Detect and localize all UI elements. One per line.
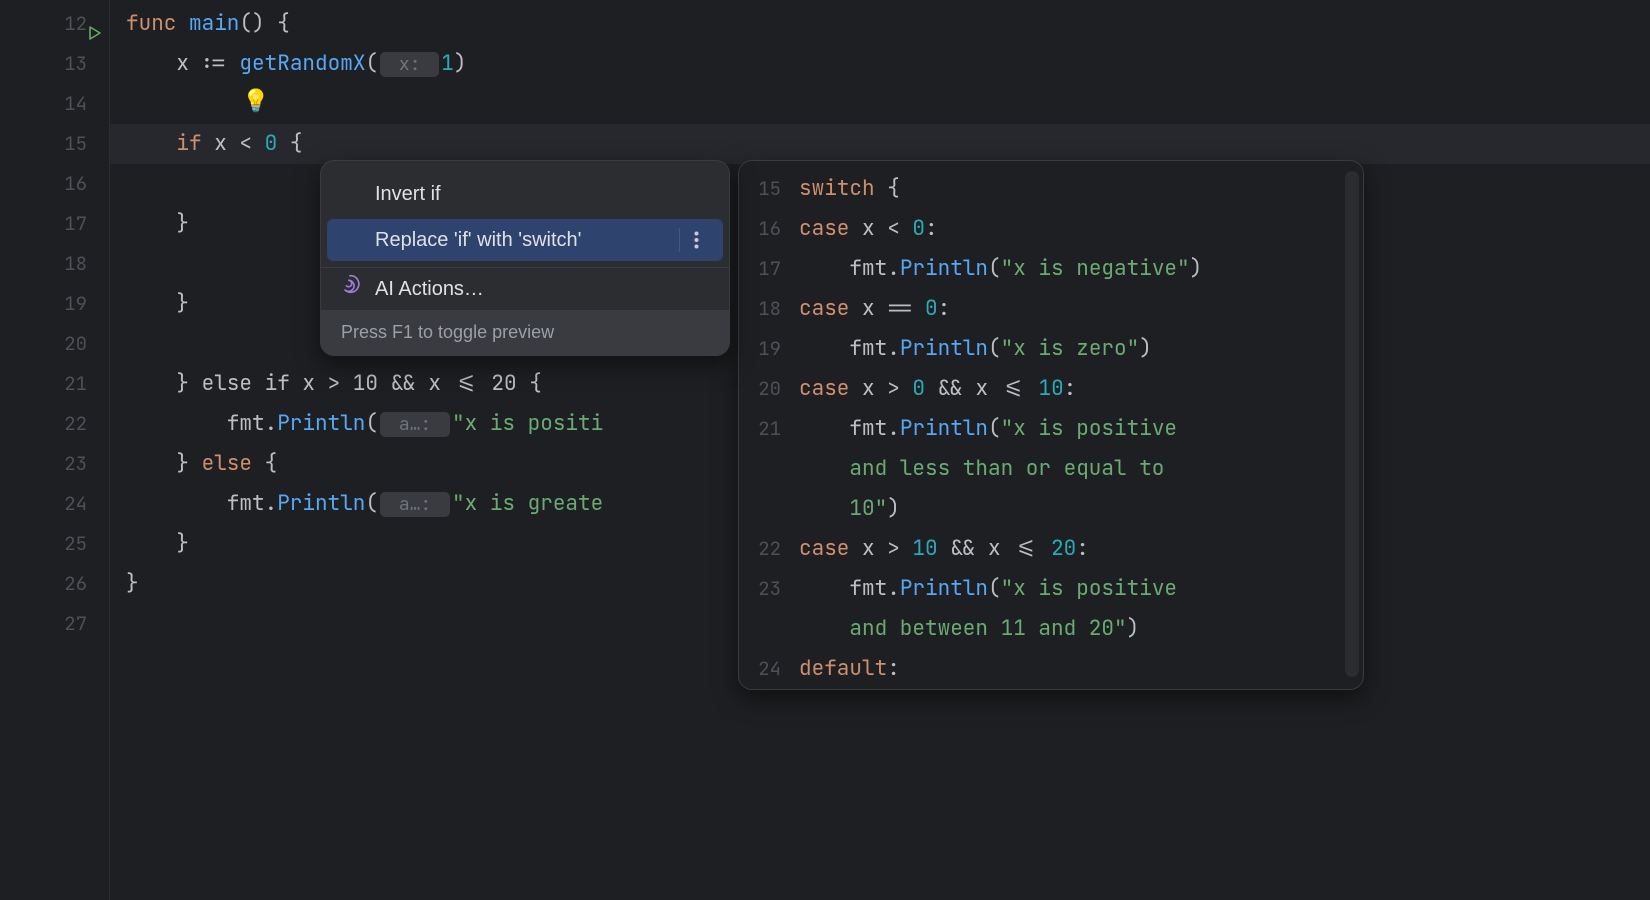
preview-code: switch {case x < 0: fmt.Println("x is ne… bbox=[793, 165, 1363, 689]
code-line[interactable]: func main() { bbox=[110, 4, 1650, 44]
gutter-line: 12 bbox=[0, 4, 109, 44]
gutter-line: 22 bbox=[0, 404, 109, 444]
gutter-line: 24 bbox=[0, 484, 109, 524]
gutter-line: 15 bbox=[0, 124, 109, 164]
preview-gutter-line: 15 bbox=[739, 169, 793, 209]
gutter-line: 26 bbox=[0, 564, 109, 604]
intention-item-ai-actions[interactable]: AI Actions… bbox=[321, 268, 729, 310]
intention-item-label: AI Actions… bbox=[375, 268, 484, 310]
intention-actions-popup[interactable]: Invert if Replace 'if' with 'switch' AI … bbox=[320, 160, 730, 356]
preview-code-line: switch { bbox=[793, 169, 1363, 209]
code-area[interactable]: 💡 func main() { x := getRandomX( x: 1) i… bbox=[110, 0, 1650, 900]
preview-code-line: default: bbox=[793, 649, 1363, 689]
preview-gutter-line: 21 bbox=[739, 409, 793, 449]
code-line[interactable]: if x < 0 { bbox=[110, 124, 1650, 164]
run-gutter-icon[interactable] bbox=[87, 15, 105, 33]
gutter-line: 14 bbox=[0, 84, 109, 124]
gutter-line: 16 bbox=[0, 164, 109, 204]
preview-code-line: case x < 0: bbox=[793, 209, 1363, 249]
preview-gutter-line bbox=[739, 489, 793, 529]
preview-code-line: fmt.Println("x is zero") bbox=[793, 329, 1363, 369]
preview-gutter-line bbox=[739, 449, 793, 489]
code-editor[interactable]: 12131415161718192021222324252627 💡 func … bbox=[0, 0, 1650, 900]
preview-gutter-line: 22 bbox=[739, 529, 793, 569]
preview-code-line: fmt.Println("x is negative") bbox=[793, 249, 1363, 289]
preview-code-line: and less than or equal to bbox=[793, 449, 1363, 489]
preview-gutter-line bbox=[739, 609, 793, 649]
preview-code-line: fmt.Println("x is positive bbox=[793, 569, 1363, 609]
preview-scrollbar[interactable] bbox=[1345, 171, 1359, 677]
gutter-line: 27 bbox=[0, 604, 109, 644]
preview-gutter-line: 20 bbox=[739, 369, 793, 409]
gutter-line: 21 bbox=[0, 364, 109, 404]
preview-gutter-line: 24 bbox=[739, 649, 793, 689]
gutter-line: 19 bbox=[0, 284, 109, 324]
intention-item-replace-if-with-switch[interactable]: Replace 'if' with 'switch' bbox=[327, 219, 723, 261]
preview-gutter-line: 17 bbox=[739, 249, 793, 289]
preview-code-line: and between 11 and 20") bbox=[793, 609, 1363, 649]
preview-code-line: case x > 0 && x <= 10: bbox=[793, 369, 1363, 409]
gutter-line: 13 bbox=[0, 44, 109, 84]
intention-item-label: Replace 'if' with 'switch' bbox=[375, 219, 581, 261]
refactor-preview-panel: 15161718192021 2223 24 switch {case x < 0:… bbox=[738, 160, 1364, 690]
popup-hint-text: Press F1 to toggle preview bbox=[341, 322, 554, 342]
gutter-line: 20 bbox=[0, 324, 109, 364]
gutter-line: 23 bbox=[0, 444, 109, 484]
gutter-line: 25 bbox=[0, 524, 109, 564]
gutter-line: 18 bbox=[0, 244, 109, 284]
preview-gutter-line: 19 bbox=[739, 329, 793, 369]
code-line[interactable]: x := getRandomX( x: 1) bbox=[110, 44, 1650, 84]
code-line[interactable] bbox=[110, 84, 1650, 124]
preview-code-line: 10") bbox=[793, 489, 1363, 529]
preview-gutter-line: 16 bbox=[739, 209, 793, 249]
popup-hint-bar: Press F1 to toggle preview bbox=[321, 310, 729, 355]
gutter-line: 17 bbox=[0, 204, 109, 244]
ai-spiral-icon bbox=[339, 268, 361, 310]
preview-code-line: fmt.Println("x is positive bbox=[793, 409, 1363, 449]
preview-gutter-line: 18 bbox=[739, 289, 793, 329]
preview-gutter-line: 23 bbox=[739, 569, 793, 609]
line-number-gutter: 12131415161718192021222324252627 bbox=[0, 0, 110, 900]
preview-code-line: case x == 0: bbox=[793, 289, 1363, 329]
preview-gutter: 15161718192021 2223 24 bbox=[739, 165, 793, 689]
intention-item-label: Invert if bbox=[375, 171, 441, 217]
more-options-icon[interactable] bbox=[679, 228, 699, 252]
preview-code-line: case x > 10 && x <= 20: bbox=[793, 529, 1363, 569]
intention-item-invert-if[interactable]: Invert if bbox=[321, 171, 729, 217]
